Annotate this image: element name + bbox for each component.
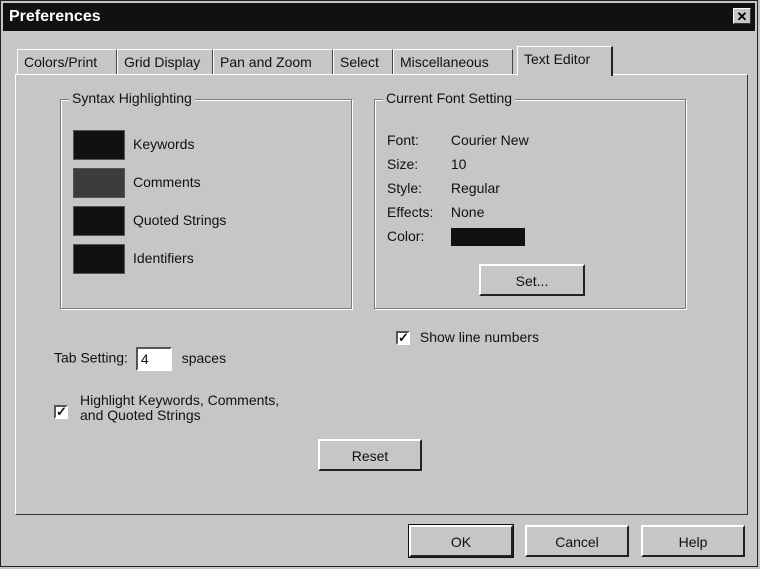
set-button[interactable]: Set... — [479, 264, 585, 296]
color-row: Color: — [387, 228, 525, 247]
font-key: Font: — [387, 132, 419, 148]
color-key: Color: — [387, 228, 425, 244]
window-title: Preferences — [9, 8, 101, 25]
syntax-item-label: Quoted Strings — [133, 212, 227, 228]
title-bar[interactable]: Preferences ✕ — [3, 3, 755, 31]
size-key: Size: — [387, 156, 419, 172]
show-line-numbers-option[interactable]: ✓ Show line numbers — [396, 329, 539, 346]
text-editor-panel: Syntax Highlighting Keywords Comments Qu… — [15, 74, 748, 515]
tab-text-editor[interactable]: Text Editor — [517, 46, 613, 76]
font-color-swatch — [450, 228, 525, 247]
tab-setting-label: Tab Setting: — [54, 349, 128, 366]
syntax-highlighting-legend: Syntax Highlighting — [69, 90, 195, 106]
size-value: 10 — [450, 156, 467, 172]
help-button-label: Help — [678, 534, 708, 550]
set-button-label: Set... — [515, 273, 549, 289]
size-row: Size: 10 — [387, 156, 466, 172]
effects-row: Effects: None — [387, 204, 484, 220]
syntax-item-label: Comments — [133, 174, 201, 190]
highlight-label-line-2: and Quoted Strings — [80, 407, 201, 423]
show-line-numbers-label: Show line numbers — [419, 329, 539, 345]
syntax-highlighting-group: Syntax Highlighting Keywords Comments Qu… — [60, 90, 352, 309]
color-swatch[interactable] — [73, 206, 125, 236]
syntax-item-label: Keywords — [133, 136, 195, 152]
tab-setting-input[interactable]: 4 — [135, 347, 172, 371]
style-key: Style: — [387, 180, 423, 196]
color-swatch[interactable] — [73, 130, 125, 160]
cancel-button[interactable]: Cancel — [525, 525, 629, 557]
highlight-label: Highlight Keywords, Comments, and Quoted… — [80, 393, 279, 423]
close-icon[interactable]: ✕ — [733, 8, 751, 24]
highlight-checkbox[interactable]: ✓ — [54, 405, 68, 419]
font-value: Courier New — [450, 132, 529, 148]
style-value: Regular — [450, 180, 500, 196]
preferences-dialog: Preferences ✕ Colors/Print Grid Display … — [0, 0, 758, 567]
tab-select[interactable]: Select — [333, 49, 393, 75]
font-row: Font: Courier New — [387, 132, 529, 148]
tab-colors-print[interactable]: Colors/Print — [17, 49, 117, 75]
tab-setting-suffix: spaces — [181, 349, 227, 366]
ok-button[interactable]: OK — [408, 524, 514, 558]
color-swatch[interactable] — [73, 244, 125, 274]
current-font-setting-legend: Current Font Setting — [383, 90, 516, 106]
ok-button-label: OK — [450, 534, 472, 550]
tab-grid-display[interactable]: Grid Display — [117, 49, 213, 75]
highlight-label-line-1: Highlight Keywords, Comments, — [80, 392, 280, 408]
tab-pan-and-zoom[interactable]: Pan and Zoom — [213, 49, 333, 75]
reset-button[interactable]: Reset — [318, 439, 422, 471]
help-button[interactable]: Help — [641, 525, 745, 557]
effects-value: None — [450, 204, 485, 220]
style-row: Style: Regular — [387, 180, 500, 196]
color-swatch[interactable] — [73, 168, 125, 198]
tab-miscellaneous[interactable]: Miscellaneous — [393, 49, 513, 75]
effects-key: Effects: — [387, 204, 434, 220]
tab-setting-row: Tab Setting: 4 spaces — [54, 347, 226, 371]
reset-button-label: Reset — [351, 448, 389, 464]
syntax-item-label: Identifiers — [133, 250, 194, 266]
current-font-setting-group: Current Font Setting Font: Courier New S… — [374, 90, 686, 309]
cancel-button-label: Cancel — [555, 534, 599, 550]
show-line-numbers-checkbox[interactable]: ✓ — [396, 331, 410, 346]
